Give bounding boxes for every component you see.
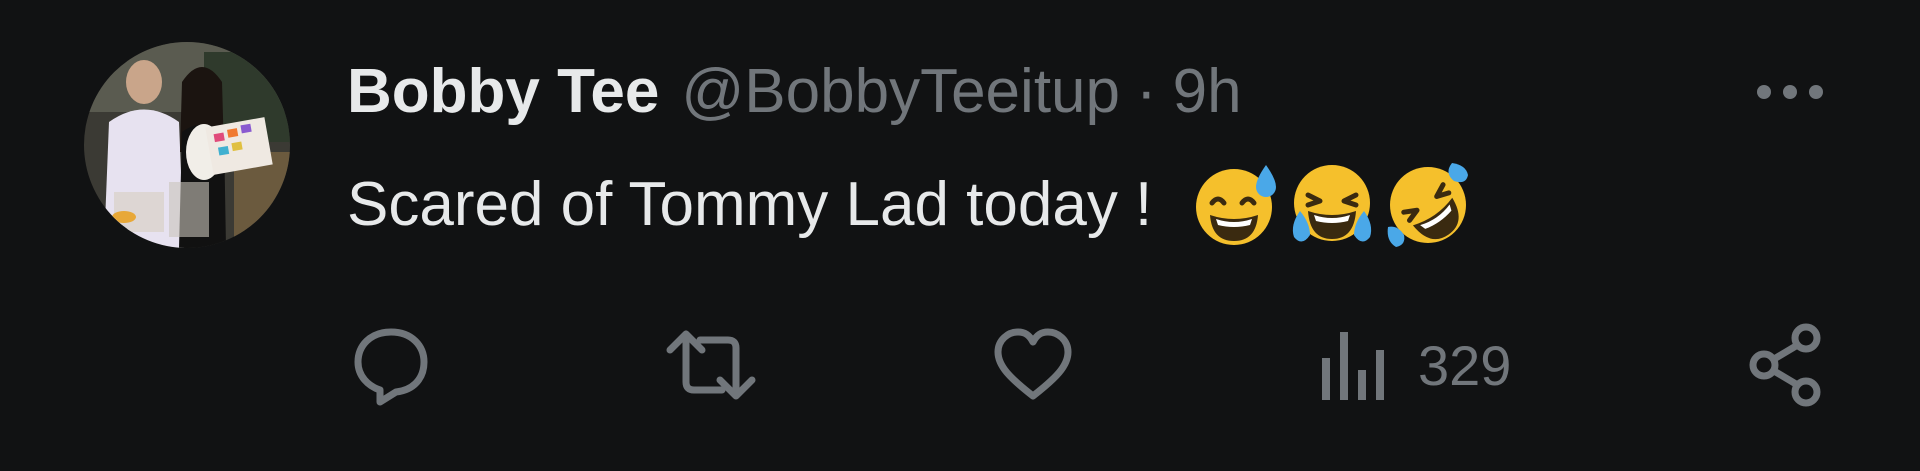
tears-of-joy-emoji (1293, 165, 1372, 242)
views-count: 329 (1418, 333, 1512, 397)
more-options-button[interactable] (1750, 70, 1830, 114)
emoji-group (1190, 159, 1478, 251)
like-button[interactable] (992, 310, 1074, 420)
avatar[interactable] (84, 42, 290, 248)
retweet-button[interactable] (664, 310, 758, 420)
tweet-text: Scared of Tommy Lad today ! (347, 170, 1153, 239)
heart-icon (994, 328, 1072, 400)
share-icon (1749, 323, 1821, 407)
avatar-photo (84, 42, 290, 248)
tweet-card[interactable]: Bobby Tee @BobbyTeeitup · 9h Scared of T… (0, 0, 1920, 471)
bar-chart-icon (1322, 332, 1384, 400)
share-button[interactable] (1744, 310, 1826, 420)
author-display-name[interactable]: Bobby Tee (347, 52, 659, 132)
rolling-on-floor-laughing-emoji (1387, 163, 1469, 247)
ellipsis-icon (1757, 85, 1823, 99)
header-separator: · (1136, 57, 1157, 126)
speech-bubble-icon (354, 328, 428, 406)
grinning-sweat-emoji (1196, 165, 1277, 245)
reply-button[interactable] (350, 310, 432, 420)
tweet-timestamp[interactable]: 9h (1173, 52, 1242, 132)
author-handle[interactable]: @BobbyTeeitup (681, 52, 1120, 132)
tweet-body: Scared of Tommy Lad today ! (347, 160, 1478, 250)
views-button[interactable]: 329 (1318, 310, 1511, 420)
tweet-actions: 329 (0, 310, 1920, 420)
tweet-header: Bobby Tee @BobbyTeeitup · 9h (347, 52, 1242, 132)
retweet-arrows-icon (666, 330, 756, 400)
